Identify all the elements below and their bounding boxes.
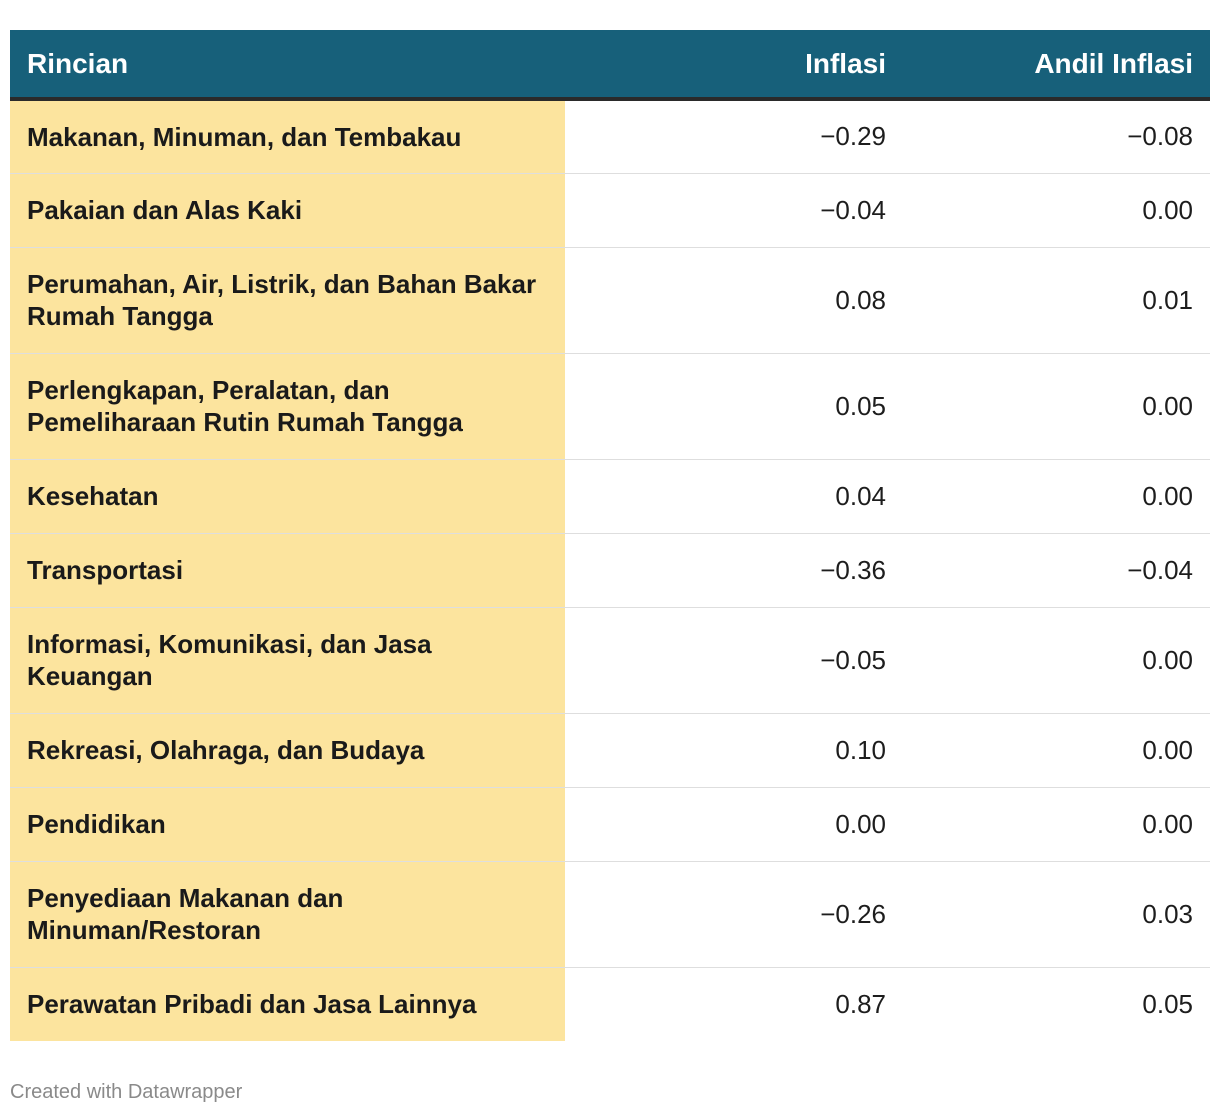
row-label: Rekreasi, Olahraga, dan Budaya — [10, 713, 565, 788]
table-row: Rekreasi, Olahraga, dan Budaya 0.10 0.00 — [10, 713, 1210, 788]
table-row: Perawatan Pribadi dan Jasa Lainnya 0.87 … — [10, 967, 1210, 1041]
andil-inflasi-value: 0.00 — [903, 787, 1210, 862]
row-label: Perawatan Pribadi dan Jasa Lainnya — [10, 967, 565, 1041]
row-label: Pendidikan — [10, 787, 565, 862]
datawrapper-credit: Created with Datawrapper — [10, 1081, 243, 1103]
table-row: Penyediaan Makanan dan Minuman/Restoran … — [10, 861, 1210, 968]
header-rincian: Rincian — [10, 30, 565, 101]
row-label: Perumahan, Air, Listrik, dan Bahan Bakar… — [10, 247, 565, 354]
andil-inflasi-value: −0.08 — [903, 99, 1210, 174]
andil-inflasi-value: 0.00 — [903, 173, 1210, 248]
table-row: Makanan, Minuman, dan Tembakau −0.29 −0.… — [10, 99, 1210, 174]
inflasi-value: 0.05 — [565, 353, 903, 460]
inflasi-value: 0.04 — [565, 459, 903, 534]
table-row: Kesehatan 0.04 0.00 — [10, 459, 1210, 534]
table-row: Perlengkapan, Peralatan, dan Pemeliharaa… — [10, 353, 1210, 460]
inflasi-value: 0.08 — [565, 247, 903, 354]
andil-inflasi-value: 0.00 — [903, 353, 1210, 460]
inflasi-value: 0.87 — [835, 988, 886, 1019]
andil-inflasi-value: 0.00 — [903, 607, 1210, 714]
table-header: Rincian Inflasi Andil Inflasi — [10, 30, 1210, 101]
inflation-table: Rincian Inflasi Andil Inflasi Makanan, M… — [10, 30, 1210, 1041]
andil-inflasi-value: 0.03 — [903, 861, 1210, 968]
row-label: Pakaian dan Alas Kaki — [10, 173, 565, 248]
row-label: Kesehatan — [10, 459, 565, 534]
row-label: Perlengkapan, Peralatan, dan Pemeliharaa… — [10, 353, 565, 460]
header-row: Rincian Inflasi Andil Inflasi — [10, 30, 1210, 101]
inflasi-value: −0.36 — [565, 533, 903, 608]
andil-inflasi-value: 0.00 — [903, 713, 1210, 788]
header-andil-inflasi: Andil Inflasi — [903, 30, 1210, 101]
table-row: Informasi, Komunikasi, dan Jasa Keuangan… — [10, 607, 1210, 714]
header-inflasi: Inflasi — [565, 30, 903, 101]
row-label: Transportasi — [10, 533, 565, 608]
table-body: Makanan, Minuman, dan Tembakau −0.29 −0.… — [10, 99, 1210, 1041]
inflasi-value: 0.00 — [565, 787, 903, 862]
andil-inflasi-value: 0.00 — [903, 459, 1210, 534]
table-row: Pendidikan 0.00 0.00 — [10, 787, 1210, 862]
row-label: Makanan, Minuman, dan Tembakau — [10, 99, 565, 174]
row-label: Penyediaan Makanan dan Minuman/Restoran — [10, 861, 565, 968]
andil-inflasi-value: −0.04 — [903, 533, 1210, 608]
data-table-container: Rincian Inflasi Andil Inflasi Makanan, M… — [10, 30, 1210, 1041]
inflasi-value: −0.05 — [565, 607, 903, 714]
inflasi-value: −0.26 — [565, 861, 903, 968]
inflasi-value: 0.10 — [565, 713, 903, 788]
row-label: Informasi, Komunikasi, dan Jasa Keuangan — [10, 607, 565, 714]
table-row: Pakaian dan Alas Kaki −0.04 0.00 — [10, 173, 1210, 248]
table-row: Perumahan, Air, Listrik, dan Bahan Bakar… — [10, 247, 1210, 354]
andil-inflasi-value: 0.05 — [1142, 988, 1193, 1019]
inflasi-value: −0.29 — [565, 99, 903, 174]
table-row: Transportasi −0.36 −0.04 — [10, 533, 1210, 608]
inflasi-value: −0.04 — [565, 173, 903, 248]
andil-inflasi-value: 0.01 — [903, 247, 1210, 354]
